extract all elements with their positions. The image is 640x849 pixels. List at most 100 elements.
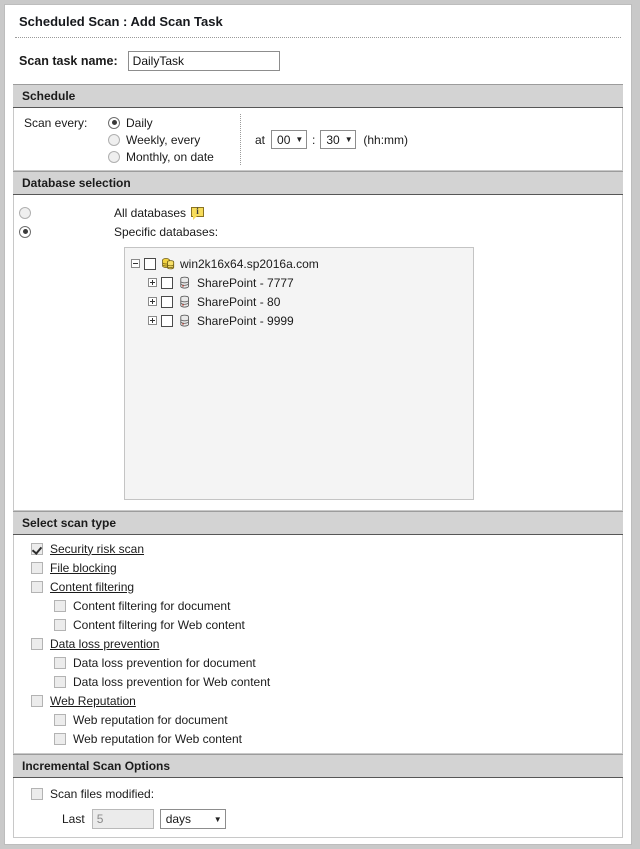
tree-node-root-label: win2k16x64.sp2016a.com xyxy=(180,256,319,271)
checkbox-web-reputation-document[interactable] xyxy=(54,713,66,726)
schedule-section-header: Schedule xyxy=(13,84,623,108)
specific-databases-radio-wrap xyxy=(14,225,36,238)
at-label: at xyxy=(255,132,266,147)
tree-node-child-label: SharePoint - 80 xyxy=(197,294,281,309)
all-databases-label-wrap: All databases i xyxy=(114,205,205,220)
hour-select[interactable]: 00 ▼ xyxy=(271,130,308,149)
database-icon xyxy=(178,276,192,290)
tree-node-child[interactable]: SharePoint - 7777 xyxy=(131,273,473,292)
scan-task-name-input[interactable] xyxy=(127,51,280,71)
last-period-unit-select[interactable]: days ▼ xyxy=(159,809,226,829)
expand-expander-icon[interactable] xyxy=(148,297,157,306)
schedule-option-daily[interactable]: Daily xyxy=(108,114,228,131)
scan-type-item-content-filtering[interactable]: Content filtering xyxy=(14,577,622,596)
database-tree-panel[interactable]: win2k16x64.sp2016a.com SharePoint - 7777… xyxy=(124,247,474,500)
radio-weekly[interactable] xyxy=(108,133,120,146)
tree-node-child[interactable]: SharePoint - 80 xyxy=(131,292,473,311)
schedule-frequency-group: Daily Weekly, every Monthly, on date xyxy=(108,114,241,165)
checkbox-data-loss-prevention-document[interactable] xyxy=(54,656,66,669)
last-period-input[interactable] xyxy=(91,809,154,829)
last-period-row: Last days ▼ xyxy=(14,809,622,829)
database-icon xyxy=(178,314,192,328)
scan-type-item-web-reputation-document[interactable]: Web reputation for document xyxy=(14,710,622,729)
schedule-option-weekly[interactable]: Weekly, every xyxy=(108,131,228,148)
tree-node-child-label: SharePoint - 9999 xyxy=(197,313,294,328)
hour-select-value: 00 xyxy=(277,132,291,147)
scan-type-item-content-filtering-web-content[interactable]: Content filtering for Web content xyxy=(14,615,622,634)
scan-files-modified-row[interactable]: Scan files modified: xyxy=(14,784,622,803)
scan-type-item-data-loss-prevention-web-content[interactable]: Data loss prevention for Web content xyxy=(14,672,622,691)
tree-checkbox-child[interactable] xyxy=(161,314,173,327)
scan-type-item-data-loss-prevention[interactable]: Data loss prevention xyxy=(14,634,622,653)
collapse-expander-icon[interactable] xyxy=(131,259,140,268)
checkbox-content-filtering-web-content[interactable] xyxy=(54,618,66,631)
scan-task-name-label: Scan task name: xyxy=(19,54,118,68)
scan-type-item-data-loss-prevention-document[interactable]: Data loss prevention for document xyxy=(14,653,622,672)
scan-type-label: Data loss prevention for document xyxy=(73,655,256,670)
radio-daily[interactable] xyxy=(108,116,120,129)
info-bubble-icon[interactable]: i xyxy=(191,205,205,220)
info-bubble-letter: i xyxy=(196,205,199,216)
schedule-option-monthly[interactable]: Monthly, on date xyxy=(108,148,228,165)
checkbox-file-blocking[interactable] xyxy=(31,561,43,574)
scan-files-modified-label: Scan files modified: xyxy=(50,786,155,801)
chevron-down-icon: ▼ xyxy=(344,135,353,144)
scan-type-label[interactable]: Data loss prevention xyxy=(50,637,159,651)
specific-databases-label: Specific databases: xyxy=(114,224,219,239)
scan-type-label[interactable]: Web Reputation xyxy=(50,694,136,708)
scan-type-label[interactable]: Security risk scan xyxy=(50,542,144,556)
minute-select[interactable]: 30 ▼ xyxy=(320,130,357,149)
scan-type-label: Content filtering for document xyxy=(73,598,231,613)
checkbox-content-filtering[interactable] xyxy=(31,580,43,593)
checkbox-security-risk-scan[interactable] xyxy=(31,542,43,555)
schedule-time-row: at 00 ▼ : 30 ▼ (hh:mm) xyxy=(241,114,408,165)
expand-expander-icon[interactable] xyxy=(148,316,157,325)
radio-specific-databases[interactable] xyxy=(19,225,31,238)
scan-type-label: Content filtering for Web content xyxy=(73,617,245,632)
tree-checkbox-child[interactable] xyxy=(161,295,173,308)
scan-type-item-web-reputation-web-content[interactable]: Web reputation for Web content xyxy=(14,729,622,748)
last-label: Last xyxy=(62,812,85,826)
scan-type-item-content-filtering-document[interactable]: Content filtering for document xyxy=(14,596,622,615)
database-selection-body: All databases i Specific databases: win2… xyxy=(13,195,623,511)
specific-databases-row[interactable]: Specific databases: xyxy=(14,222,622,241)
scan-type-label[interactable]: Content filtering xyxy=(50,580,134,594)
scan-type-label[interactable]: File blocking xyxy=(50,561,117,575)
schedule-section-body: Scan every: Daily Weekly, every Monthly,… xyxy=(13,108,623,171)
checkbox-data-loss-prevention-web-content[interactable] xyxy=(54,675,66,688)
scan-type-item-file-blocking[interactable]: File blocking xyxy=(14,558,622,577)
scan-task-page: Scheduled Scan : Add Scan Task Scan task… xyxy=(4,4,632,845)
scan-type-item-security-risk-scan[interactable]: Security risk scan xyxy=(14,539,622,558)
time-format-hint: (hh:mm) xyxy=(363,132,409,147)
scan-type-item-web-reputation[interactable]: Web Reputation xyxy=(14,691,622,710)
scan-task-name-row: Scan task name: xyxy=(5,38,631,84)
scan-type-label: Web reputation for Web content xyxy=(73,731,242,746)
incremental-scan-section: Incremental Scan Options Scan files modi… xyxy=(13,754,623,838)
checkbox-scan-files-modified[interactable] xyxy=(31,787,43,800)
checkbox-web-reputation[interactable] xyxy=(31,694,43,707)
tree-node-child[interactable]: SharePoint - 9999 xyxy=(131,311,473,330)
last-period-unit-value: days xyxy=(165,812,192,826)
info-bubble-tail xyxy=(193,215,198,220)
time-colon: : xyxy=(312,132,316,147)
radio-all-databases[interactable] xyxy=(19,206,31,219)
all-databases-radio-wrap xyxy=(14,206,36,219)
checkbox-web-reputation-web-content[interactable] xyxy=(54,732,66,745)
tree-checkbox-child[interactable] xyxy=(161,276,173,289)
radio-daily-label: Daily xyxy=(126,115,153,130)
action-button-bar: Save Cancel xyxy=(5,838,631,844)
specific-databases-label-wrap: Specific databases: xyxy=(114,225,218,239)
checkbox-content-filtering-document[interactable] xyxy=(54,599,66,612)
radio-monthly[interactable] xyxy=(108,150,120,163)
tree-node-root[interactable]: win2k16x64.sp2016a.com xyxy=(131,254,473,273)
incremental-scan-body: Scan files modified: Last days ▼ xyxy=(13,778,623,838)
expand-expander-icon[interactable] xyxy=(148,278,157,287)
scan-type-header: Select scan type xyxy=(13,511,623,535)
database-group-icon xyxy=(161,257,175,271)
page-title: Scheduled Scan : Add Scan Task xyxy=(19,14,223,29)
minute-select-value: 30 xyxy=(326,132,340,147)
checkbox-data-loss-prevention[interactable] xyxy=(31,637,43,650)
all-databases-row[interactable]: All databases i xyxy=(14,203,622,222)
database-icon xyxy=(178,295,192,309)
tree-checkbox-root[interactable] xyxy=(144,257,156,270)
